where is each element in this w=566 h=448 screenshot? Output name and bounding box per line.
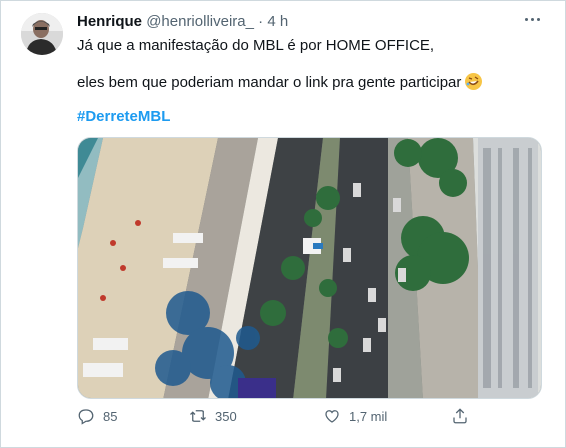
retweet-button[interactable]: 350 <box>189 407 237 425</box>
tweet-card[interactable]: Henrique @henriolliveira_ · 4 h Já que a… <box>0 0 566 448</box>
tweet-text-line-2: eles bem que poderiam mandar o link pra … <box>77 73 483 92</box>
like-button[interactable]: 1,7 mil <box>323 407 387 425</box>
like-count: 1,7 mil <box>349 408 388 424</box>
tweet-actions: 85 350 1,7 mil <box>77 405 547 435</box>
tweet-header: Henrique @henriolliveira_ · 4 h <box>77 13 288 31</box>
retweet-icon <box>190 410 206 422</box>
reply-count: 85 <box>103 408 118 424</box>
rolling-on-floor-laughing-emoji-icon <box>465 73 483 90</box>
separator-dot: · <box>258 13 264 30</box>
tweet-text-line-1: Já que a manifestação do MBL é por HOME … <box>77 37 435 54</box>
author-handle[interactable]: @henriolliveira_ <box>146 13 254 30</box>
author-name[interactable]: Henrique <box>77 13 142 30</box>
timestamp[interactable]: 4 h <box>267 13 288 30</box>
more-icon[interactable] <box>519 9 547 29</box>
avatar[interactable] <box>21 13 63 55</box>
reply-icon <box>78 409 94 425</box>
hashtag-link[interactable]: #DerreteMBL <box>77 108 170 125</box>
retweet-count: 350 <box>215 408 237 424</box>
like-icon <box>325 410 339 423</box>
reply-button[interactable]: 85 <box>77 407 117 425</box>
avatar-image <box>21 13 63 55</box>
tweet-text-line-2-content: eles bem que poderiam mandar o link pra … <box>77 74 462 91</box>
share-button[interactable] <box>451 407 469 425</box>
share-icon <box>453 408 467 424</box>
aerial-protest-photo <box>78 138 541 398</box>
tweet-photo[interactable] <box>77 137 542 399</box>
